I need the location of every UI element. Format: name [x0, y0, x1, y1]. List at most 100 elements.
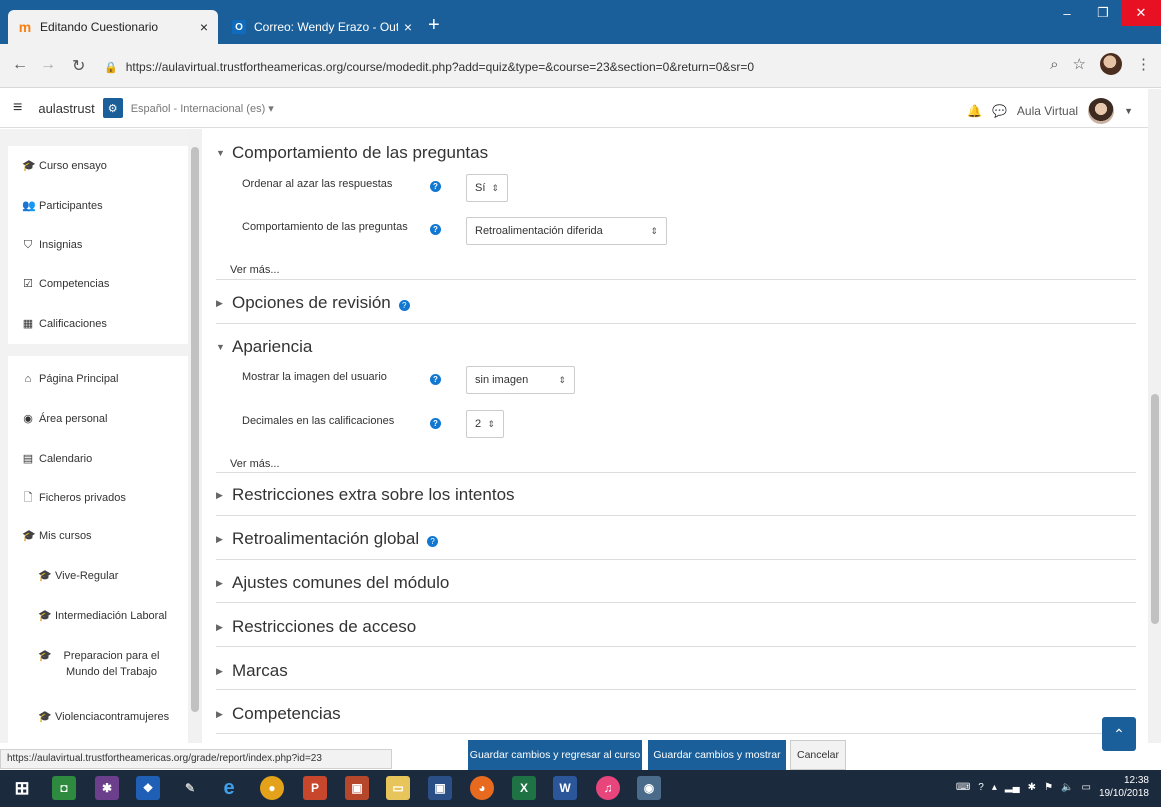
- section-competencies[interactable]: ▶ Competencias: [216, 704, 341, 724]
- dropbox-icon[interactable]: ❖: [136, 776, 160, 800]
- drawer-item-curso-ensayo[interactable]: 🎓 Curso ensayo: [22, 158, 107, 174]
- help-icon[interactable]: ?: [430, 418, 441, 429]
- show-more-link[interactable]: Ver más...: [230, 264, 280, 276]
- firefox-icon[interactable]: ◕: [470, 776, 494, 800]
- field-label-show-user-picture: Mostrar la imagen del usuario: [242, 371, 387, 383]
- show-user-picture-select[interactable]: sin imagen ⇕: [466, 366, 575, 394]
- section-extra-attempt-restrictions[interactable]: ▶ Restricciones extra sobre los intentos: [216, 485, 515, 505]
- caret-down-icon: ▼: [216, 342, 225, 352]
- powerpoint-icon[interactable]: P: [303, 776, 327, 800]
- word-icon[interactable]: W: [553, 776, 577, 800]
- tab-close-icon[interactable]: ×: [404, 19, 412, 35]
- new-tab-button[interactable]: +: [428, 14, 440, 37]
- drawer-scrollbar-thumb[interactable]: [191, 147, 199, 712]
- user-name[interactable]: Aula Virtual: [1017, 104, 1078, 118]
- cancel-button[interactable]: Cancelar: [790, 740, 846, 770]
- network-signal-icon[interactable]: ▂▄: [1005, 782, 1020, 793]
- drawer-item-calendario[interactable]: ▤ Calendario: [22, 451, 92, 467]
- drawer-course-vive-regular[interactable]: 🎓 Vive-Regular: [38, 568, 118, 584]
- drawer-item-mis-cursos[interactable]: 🎓 Mis cursos: [22, 528, 92, 544]
- help-icon[interactable]: ?: [430, 374, 441, 385]
- itunes-icon[interactable]: ♫: [596, 776, 620, 800]
- file-explorer-icon[interactable]: ▭: [386, 776, 410, 800]
- drawer-item-competencias[interactable]: ☑ Competencias: [22, 276, 109, 292]
- site-name[interactable]: aulastrust: [38, 101, 94, 116]
- photos-app-icon[interactable]: ✱: [95, 776, 119, 800]
- flag-icon[interactable]: ⚑: [1044, 782, 1053, 793]
- system-clock[interactable]: 12:38 19/10/2018: [1099, 774, 1149, 800]
- section-review-options[interactable]: ▶ Opciones de revisión ?: [216, 293, 410, 313]
- section-access-restrictions[interactable]: ▶ Restricciones de acceso: [216, 617, 416, 637]
- back-to-top-button[interactable]: ⌃: [1102, 717, 1136, 751]
- drawer-item-participantes[interactable]: 👥 Participantes: [22, 198, 103, 214]
- chrome-icon[interactable]: ●: [260, 776, 284, 800]
- decimal-places-select[interactable]: 2 ⇕: [466, 410, 504, 438]
- page-scrollbar[interactable]: [1148, 89, 1161, 743]
- help-icon[interactable]: ?: [427, 535, 439, 547]
- section-appearance[interactable]: ▼ Apariencia: [216, 337, 312, 357]
- drawer-course-violencia[interactable]: 🎓 Violenciacontramujeres: [38, 709, 169, 725]
- monitor-app-icon[interactable]: ▣: [428, 776, 452, 800]
- window-close-icon[interactable]: ✕: [1121, 0, 1161, 26]
- battery-icon[interactable]: ▭: [1081, 782, 1090, 793]
- drawer-scrollbar[interactable]: [188, 129, 202, 743]
- bookmark-star-icon[interactable]: ☆: [1073, 55, 1086, 73]
- language-menu[interactable]: Español - Internacional (es) ▾: [131, 102, 274, 115]
- reload-icon[interactable]: ↻: [72, 56, 85, 76]
- tab-close-icon[interactable]: ×: [200, 19, 208, 35]
- nav-drawer: 🎓 Curso ensayo 👥 Participantes ⛉ Insigni…: [0, 129, 188, 743]
- question-behaviour-select[interactable]: Retroalimentación diferida ⇕: [466, 217, 667, 245]
- graduation-cap-icon: 🎓: [38, 650, 52, 662]
- drawer-item-calificaciones[interactable]: ▦ Calificaciones: [22, 316, 107, 332]
- edge-icon[interactable]: e: [217, 776, 241, 800]
- section-tags[interactable]: ▶ Marcas: [216, 661, 288, 681]
- bluetooth-icon[interactable]: ✱: [1028, 782, 1036, 793]
- windows-start-icon[interactable]: ⊞: [10, 776, 34, 800]
- minimize-icon[interactable]: –: [1049, 0, 1085, 26]
- drawer-course-preparacion[interactable]: 🎓 Preparacion para el Mundo del Trabajo: [38, 648, 168, 680]
- volume-icon[interactable]: 🔈: [1061, 782, 1073, 793]
- help-icon[interactable]: ?: [430, 224, 441, 235]
- back-icon[interactable]: ←: [12, 56, 28, 74]
- page-scrollbar-thumb[interactable]: [1151, 394, 1159, 624]
- drawer-item-insignias[interactable]: ⛉ Insignias: [22, 237, 83, 253]
- save-and-display-button[interactable]: Guardar cambios y mostrar: [648, 740, 786, 770]
- messages-icon[interactable]: 💬: [992, 104, 1007, 118]
- site-settings-icon[interactable]: ⚙: [102, 98, 123, 118]
- keyboard-icon[interactable]: ⌨: [956, 782, 970, 793]
- profile-avatar[interactable]: [1100, 53, 1122, 75]
- show-more-link[interactable]: Ver más...: [230, 458, 280, 470]
- user-area: 🔔 💬 Aula Virtual ▼: [967, 98, 1133, 124]
- store-icon[interactable]: ◘: [52, 776, 76, 800]
- drawer-item-pagina-principal[interactable]: ⌂ Página Principal: [22, 371, 119, 387]
- url-field[interactable]: 🔒 https://aulavirtual.trustfortheamerica…: [104, 55, 1039, 79]
- save-and-return-button[interactable]: Guardar cambios y regresar al curso: [468, 740, 642, 770]
- help-tray-icon[interactable]: ?: [978, 782, 984, 793]
- section-question-behaviour[interactable]: ▼ Comportamiento de las preguntas: [216, 143, 488, 163]
- hamburger-menu-icon[interactable]: ≡: [13, 99, 22, 117]
- excel-icon[interactable]: X: [512, 776, 536, 800]
- section-overall-feedback[interactable]: ▶ Retroalimentación global ?: [216, 529, 439, 549]
- notifications-bell-icon[interactable]: 🔔: [967, 104, 982, 118]
- forward-icon[interactable]: →: [40, 56, 56, 74]
- user-menu-caret-icon[interactable]: ▼: [1124, 106, 1133, 116]
- drawer-item-ficheros-privados[interactable]: 🗋 Ficheros privados: [22, 490, 126, 506]
- chrome-active-icon[interactable]: ◉: [637, 776, 661, 800]
- tab-outlook[interactable]: O Correo: Wendy Erazo - Outlook ×: [222, 10, 422, 44]
- pen-tool-icon[interactable]: ✎: [178, 776, 202, 800]
- help-icon[interactable]: ?: [430, 181, 441, 192]
- drawer-course-intermediacion-laboral[interactable]: 🎓 Intermediación Laboral: [38, 608, 167, 624]
- browser-menu-icon[interactable]: ⋮: [1136, 55, 1151, 73]
- presentation-app-icon[interactable]: ▣: [345, 776, 369, 800]
- moodle-navbar: ≡ aulastrust ⚙ Español - Internacional (…: [0, 89, 1161, 128]
- shuffle-answers-select[interactable]: Sí ⇕: [466, 174, 508, 202]
- shield-icon: ⛉: [23, 239, 33, 251]
- section-common-module-settings[interactable]: ▶ Ajustes comunes del módulo: [216, 573, 449, 593]
- show-hidden-icons[interactable]: ▴: [992, 782, 997, 793]
- tab-editando-cuestionario[interactable]: m Editando Cuestionario ×: [8, 10, 218, 44]
- maximize-icon[interactable]: ❐: [1085, 0, 1121, 26]
- zoom-icon[interactable]: ⌕: [1050, 56, 1058, 73]
- drawer-item-area-personal[interactable]: ◉ Área personal: [22, 411, 107, 427]
- help-icon[interactable]: ?: [398, 299, 410, 311]
- user-avatar[interactable]: [1088, 98, 1115, 124]
